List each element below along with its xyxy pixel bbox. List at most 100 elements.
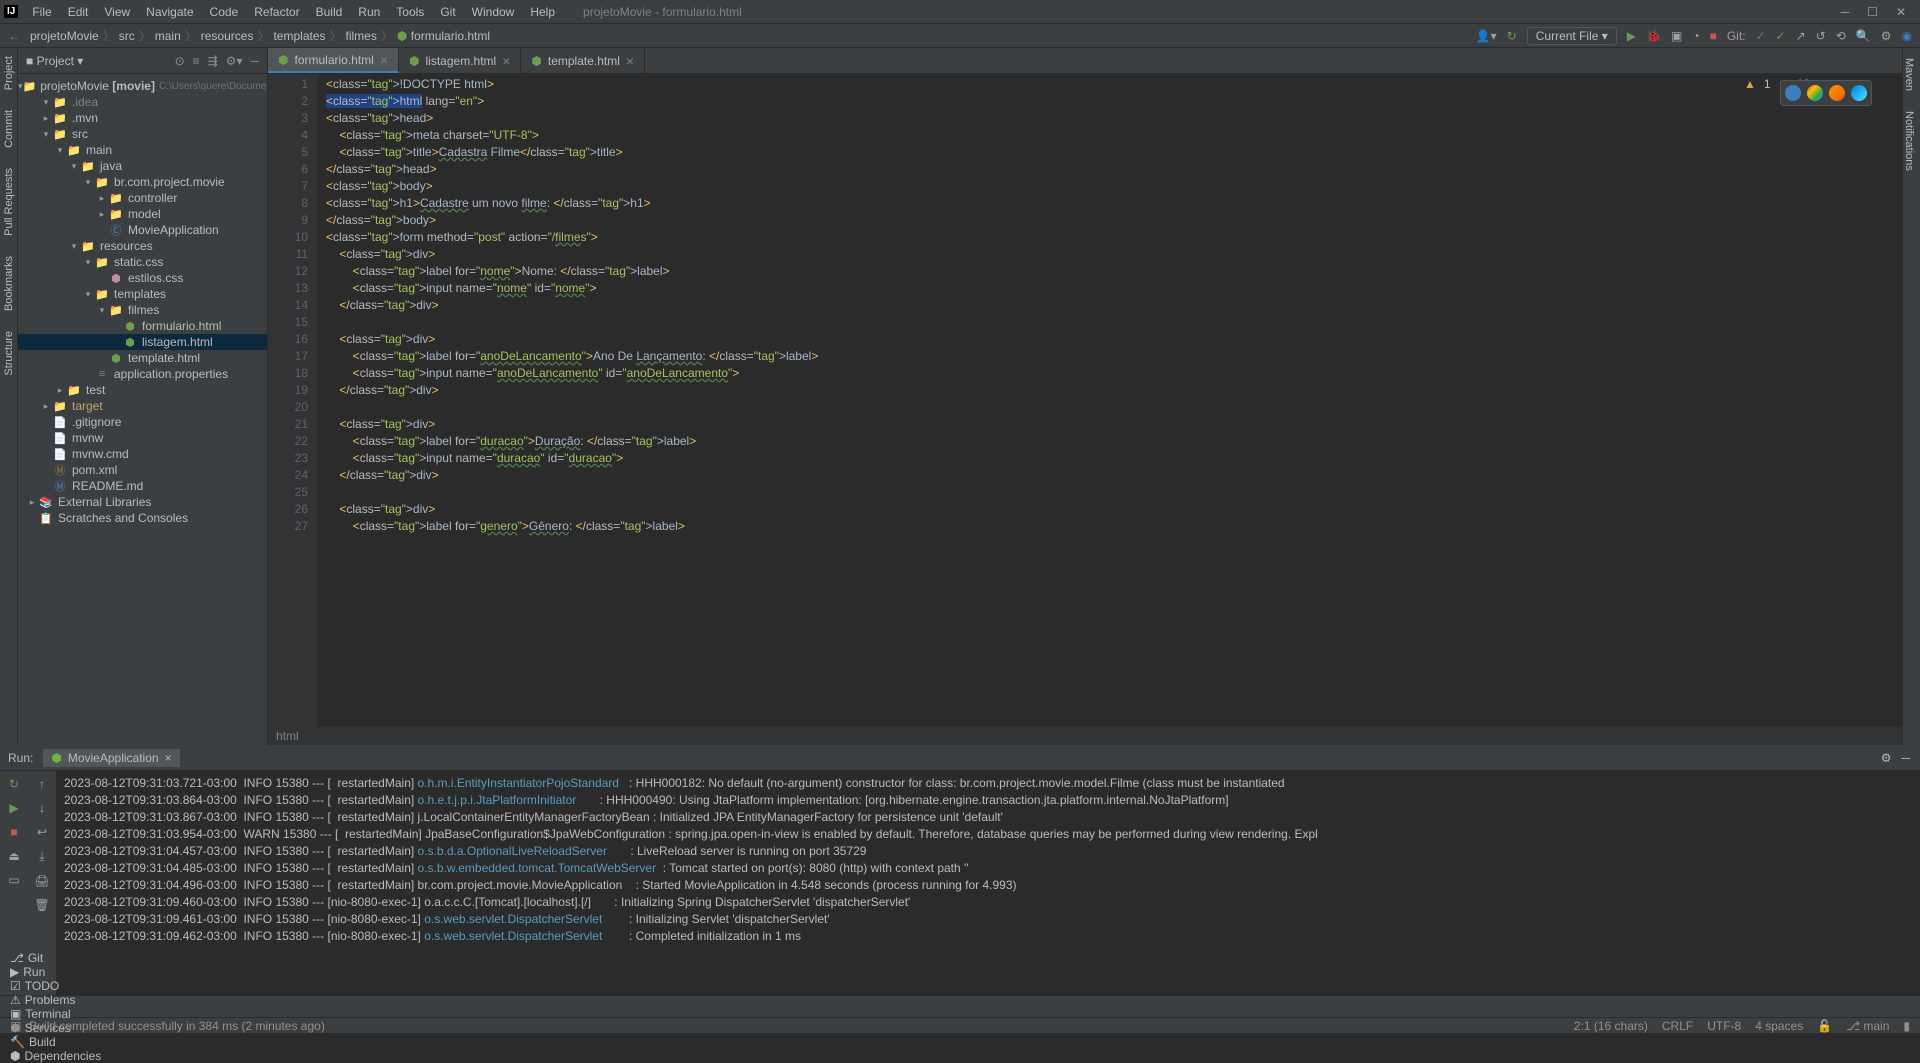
menu-build[interactable]: Build: [308, 3, 351, 21]
tree-node[interactable]: ▸ 📁 model: [18, 206, 267, 222]
select-opened-icon[interactable]: ⊙: [175, 54, 185, 68]
tool-tab-maven[interactable]: Maven: [1903, 58, 1915, 91]
tool-tab-bookmarks[interactable]: Bookmarks: [3, 256, 15, 311]
menu-window[interactable]: Window: [464, 3, 523, 21]
tree-node[interactable]: ▸ 📁 test: [18, 382, 267, 398]
hide-icon[interactable]: ─: [250, 54, 259, 68]
maximize-icon[interactable]: ☐: [1867, 5, 1878, 19]
run-config-selector[interactable]: Current File ▾: [1527, 27, 1617, 45]
ide-icon[interactable]: ◉: [1902, 29, 1912, 43]
tree-node[interactable]: ▸ 📁 .mvn: [18, 110, 267, 126]
breadcrumb-item[interactable]: main: [153, 29, 183, 43]
tree-node[interactable]: ▸ 📁 controller: [18, 190, 267, 206]
run-icon[interactable]: ▶: [1627, 29, 1636, 43]
editor-tab[interactable]: ⬢formulario.html×: [268, 48, 399, 73]
project-tree[interactable]: ▾ 📁 projetoMovie [movie] C:\Users\quere\…: [18, 74, 267, 530]
tree-node[interactable]: ▸ 📚 External Libraries: [18, 494, 267, 510]
menu-file[interactable]: File: [24, 3, 59, 21]
clear-icon[interactable]: 🗑: [34, 898, 49, 912]
tree-node[interactable]: 📄 mvnw.cmd: [18, 446, 267, 462]
breadcrumb-item[interactable]: src: [117, 29, 137, 43]
line-separator[interactable]: CRLF: [1662, 1019, 1693, 1033]
project-dropdown[interactable]: ■ Project ▾: [26, 54, 83, 68]
git-branch[interactable]: ⎇ main: [1846, 1019, 1889, 1033]
menu-help[interactable]: Help: [522, 3, 563, 21]
tree-node[interactable]: ▾ 📁 projetoMovie [movie] C:\Users\quere\…: [18, 78, 267, 94]
minimize-icon[interactable]: ─: [1841, 5, 1850, 19]
tool-build[interactable]: 🔨Build: [10, 1035, 101, 1049]
tool-run[interactable]: ▶Run: [10, 965, 101, 979]
tree-node[interactable]: Ⓜ README.md: [18, 478, 267, 494]
tree-node[interactable]: Ⓒ MovieApplication: [18, 222, 267, 238]
tool-todo[interactable]: ☑TODO: [10, 979, 101, 993]
tool-tab-structure[interactable]: Structure: [3, 331, 15, 376]
tree-node[interactable]: ⬢ template.html: [18, 350, 267, 366]
print-icon[interactable]: 🖨: [34, 874, 49, 888]
tree-node[interactable]: ▾ 📁 templates: [18, 286, 267, 302]
tree-node[interactable]: ⬢ listagem.html: [18, 334, 267, 350]
build-icon[interactable]: ↻: [1507, 29, 1517, 43]
tree-node[interactable]: ▸ 📁 target: [18, 398, 267, 414]
readonly-icon[interactable]: 🔓: [1817, 1019, 1832, 1033]
tool-tab-project[interactable]: Project: [3, 56, 15, 90]
console-output[interactable]: 2023-08-12T09:31:03.721-03:00 INFO 15380…: [56, 771, 1920, 995]
history-icon[interactable]: ↺: [1816, 29, 1826, 43]
search-icon[interactable]: 🔍: [1856, 29, 1871, 43]
user-icon[interactable]: 👤▾: [1476, 29, 1497, 43]
close-tab-icon[interactable]: ×: [380, 52, 388, 68]
down-icon[interactable]: ↓: [39, 801, 45, 815]
close-tab-icon[interactable]: ×: [626, 53, 634, 69]
menu-navigate[interactable]: Navigate: [138, 3, 201, 21]
debug-icon[interactable]: 🐞: [1646, 29, 1661, 43]
expand-all-icon[interactable]: ≡: [193, 54, 200, 68]
close-tab-icon[interactable]: ×: [165, 751, 172, 765]
menu-tools[interactable]: Tools: [388, 3, 432, 21]
firefox-icon[interactable]: [1829, 85, 1845, 101]
up-icon[interactable]: ↑: [39, 777, 45, 791]
git-commit-icon[interactable]: ✓: [1776, 29, 1786, 43]
tree-node[interactable]: ▾ 📁 src: [18, 126, 267, 142]
tree-node[interactable]: ▾ 📁 filmes: [18, 302, 267, 318]
rerun-icon[interactable]: ↻: [9, 777, 19, 791]
run-tab[interactable]: ⬢ MovieApplication ×: [43, 749, 179, 767]
tree-node[interactable]: ▾ 📁 java: [18, 158, 267, 174]
settings-icon[interactable]: ⚙: [1881, 751, 1892, 765]
stop-icon[interactable]: ■: [1710, 29, 1717, 43]
tool-git[interactable]: ⎇Git: [10, 951, 101, 965]
breadcrumb-item[interactable]: filmes: [344, 29, 379, 43]
gutter[interactable]: 1234567891011121314151617181920212223242…: [268, 74, 318, 727]
exit-icon[interactable]: ⏏: [8, 849, 19, 863]
git-push-icon[interactable]: ↗: [1796, 29, 1806, 43]
tree-node[interactable]: ⬢ estilos.css: [18, 270, 267, 286]
tool-tab-notifications[interactable]: Notifications: [1903, 111, 1915, 171]
stop-icon[interactable]: ■: [10, 825, 17, 839]
tree-node[interactable]: ▾ 📁 br.com.project.movie: [18, 174, 267, 190]
caret-position[interactable]: 2:1 (16 chars): [1574, 1019, 1648, 1033]
breadcrumb-item[interactable]: resources: [199, 29, 256, 43]
layout-icon[interactable]: ▭: [8, 873, 19, 887]
collapse-all-icon[interactable]: ⇶: [208, 54, 218, 68]
menu-git[interactable]: Git: [432, 3, 463, 21]
menu-edit[interactable]: Edit: [60, 3, 97, 21]
editor-tab[interactable]: ⬢listagem.html×: [399, 48, 521, 73]
editor-breadcrumbs[interactable]: html: [268, 727, 1902, 745]
breadcrumb-item[interactable]: projetoMovie: [28, 29, 101, 43]
tool-tab-commit[interactable]: Commit: [3, 110, 15, 148]
tree-node[interactable]: ▾ 📁 .idea: [18, 94, 267, 110]
tool-problems[interactable]: ⚠Problems: [10, 993, 101, 1007]
chrome-icon[interactable]: [1807, 85, 1823, 101]
tree-node[interactable]: ≡ application.properties: [18, 366, 267, 382]
menu-run[interactable]: Run: [350, 3, 388, 21]
breadcrumb-item[interactable]: templates: [271, 29, 327, 43]
close-icon[interactable]: ✕: [1896, 5, 1906, 19]
tree-node[interactable]: 📋 Scratches and Consoles: [18, 510, 267, 526]
settings-icon[interactable]: ⚙: [1881, 29, 1892, 43]
hide-icon[interactable]: ─: [1901, 751, 1910, 765]
tool-windows-icon[interactable]: ▣: [10, 1019, 21, 1033]
tool-dependencies[interactable]: ⬢Dependencies: [10, 1049, 101, 1063]
git-update-icon[interactable]: ✓: [1755, 29, 1765, 43]
run-icon[interactable]: ▶: [9, 801, 18, 815]
tree-node[interactable]: ▾ 📁 resources: [18, 238, 267, 254]
memory-indicator[interactable]: ▮: [1903, 1019, 1910, 1033]
tool-tab-pull-requests[interactable]: Pull Requests: [3, 168, 15, 236]
